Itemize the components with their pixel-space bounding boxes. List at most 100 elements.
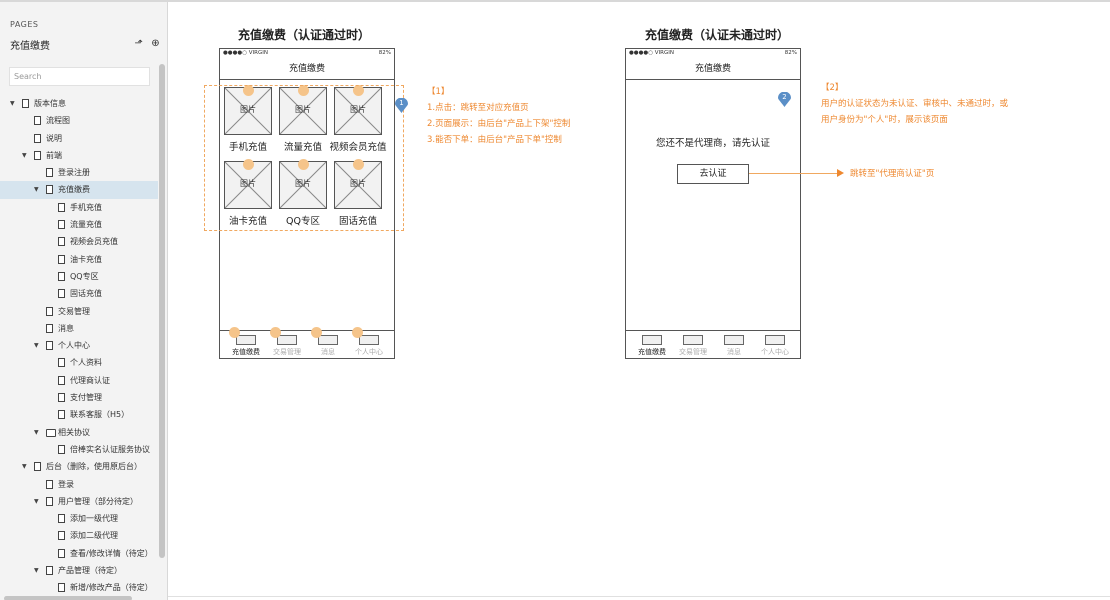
- tree-item-label: 消息: [58, 323, 74, 333]
- tree-item[interactable]: 油卡充值: [0, 251, 158, 268]
- page-icon: [58, 444, 65, 454]
- tree-item-label: 个人资料: [70, 358, 102, 368]
- annotation-pin-2-icon[interactable]: 2: [778, 91, 791, 108]
- tab-image-icon: [236, 335, 256, 345]
- tree-item[interactable]: ▼ 相关协议: [0, 424, 158, 441]
- expand-caret-icon[interactable]: ▼: [34, 493, 39, 510]
- tree-item-label: 个人中心: [58, 341, 90, 351]
- page-icon: [58, 254, 65, 264]
- page-icon: [34, 150, 41, 160]
- tree-item-label: 添加二级代理: [70, 531, 118, 541]
- jump-arrow-line: [749, 173, 839, 174]
- phone1-tab-bar: 充值缴费 交易管理 消息 个人中心: [220, 327, 394, 358]
- page-icon: [46, 323, 53, 333]
- tab-item[interactable]: 充值缴费: [226, 335, 266, 357]
- tree-item-label: 新增/修改产品（待定）: [70, 583, 153, 593]
- page-icon: [22, 99, 29, 108]
- tree-item[interactable]: 流程图: [0, 112, 158, 129]
- expand-caret-icon[interactable]: ▼: [34, 424, 39, 441]
- page-icon: [58, 202, 65, 212]
- page-icon: [46, 566, 53, 576]
- tree-item[interactable]: 视频会员充值: [0, 233, 158, 250]
- tree-item[interactable]: 新增/修改产品（待定）: [0, 579, 158, 596]
- tab-item[interactable]: 交易管理: [267, 335, 307, 357]
- page-icon: [46, 185, 53, 195]
- add-page-icon[interactable]: ⊕: [150, 38, 161, 49]
- tree-item-label: 产品管理（待定）: [58, 566, 122, 576]
- note-2-title: 【2】: [821, 83, 844, 93]
- tree-item[interactable]: ▼ 用户管理（部分待定）: [0, 493, 158, 510]
- tab-image-icon: [359, 335, 379, 345]
- tree-item-label: 流程图: [46, 116, 70, 126]
- go-verify-button[interactable]: 去认证: [677, 164, 749, 184]
- tree-item-label: 手机充值: [70, 202, 102, 212]
- tree-item[interactable]: ▼ 版本信息: [0, 95, 158, 112]
- tree-item-label: 固话充值: [70, 289, 102, 299]
- phone2-status-bar: ●●●●○ VIRGIN 82%: [626, 49, 800, 60]
- tree-item[interactable]: 登录注册: [0, 164, 158, 181]
- tree-item[interactable]: QQ专区: [0, 268, 158, 285]
- page-icon: [46, 306, 53, 316]
- jump-note: 跳转至"代理商认证"页: [850, 169, 935, 179]
- expand-caret-icon[interactable]: ▼: [34, 562, 39, 579]
- phone2-heading: 充值缴费（认证未通过时）: [645, 28, 790, 42]
- tab-item[interactable]: 消息: [714, 335, 754, 357]
- expand-caret-icon[interactable]: ▼: [10, 95, 15, 112]
- tree-item[interactable]: 添加一级代理: [0, 510, 158, 527]
- page-icon: [46, 479, 53, 489]
- tree-item[interactable]: 固话充值: [0, 285, 158, 302]
- tree-item-label: 倍棒实名认证服务协议: [70, 444, 150, 454]
- tab-item[interactable]: 消息: [308, 335, 348, 357]
- tree-item[interactable]: 手机充值: [0, 199, 158, 216]
- tree-item[interactable]: 倍棒实名认证服务协议: [0, 441, 158, 458]
- tree-item[interactable]: 登录: [0, 476, 158, 493]
- tree-item-label: 视频会员充值: [70, 237, 118, 247]
- tree-item[interactable]: ▼ 充值缴费: [0, 181, 158, 199]
- tree-item[interactable]: 查看/修改详情（待定）: [0, 545, 158, 562]
- expand-caret-icon[interactable]: ▼: [34, 337, 39, 354]
- expand-caret-icon[interactable]: ▼: [22, 458, 27, 475]
- tab-item[interactable]: 个人中心: [755, 335, 795, 357]
- canvas-bottom-border: [168, 596, 1110, 597]
- search-input[interactable]: Search: [9, 67, 150, 86]
- horizontal-scrollbar[interactable]: [4, 596, 132, 600]
- tree-item-label: 说明: [46, 133, 62, 143]
- tree-item[interactable]: 流量充值: [0, 216, 158, 233]
- tree-item[interactable]: 说明: [0, 130, 158, 147]
- folder-icon: [46, 428, 56, 437]
- tree-item-label: 登录注册: [58, 168, 90, 178]
- tree-item[interactable]: 消息: [0, 320, 158, 337]
- battery-label: 82%: [784, 50, 797, 56]
- tab-image-icon: [642, 335, 662, 345]
- tree-item[interactable]: 联系客服（H5）: [0, 406, 158, 423]
- tree-item[interactable]: 代理商认证: [0, 372, 158, 389]
- tree-item-label: 版本信息: [34, 99, 66, 108]
- tab-image-icon: [683, 335, 703, 345]
- tree-item-label: 查看/修改详情（待定）: [70, 548, 153, 558]
- tab-item[interactable]: 充值缴费: [632, 335, 672, 357]
- page-icon: [58, 548, 65, 558]
- tree-item[interactable]: ▼ 后台（删除，使用原后台）: [0, 458, 158, 475]
- annotation-pin-1-icon[interactable]: 1: [395, 97, 408, 114]
- tree-item[interactable]: 支付管理: [0, 389, 158, 406]
- note-1-line-3: 3.能否下单：由后台"产品下单"控制: [427, 135, 562, 145]
- tree-item[interactable]: ▼ 个人中心: [0, 337, 158, 354]
- tree-item[interactable]: 交易管理: [0, 303, 158, 320]
- tab-item[interactable]: 交易管理: [673, 335, 713, 357]
- tree-item[interactable]: 添加二级代理: [0, 527, 158, 544]
- tab-item[interactable]: 个人中心: [349, 335, 389, 357]
- tree-item[interactable]: 个人资料: [0, 354, 158, 371]
- page-icon: [34, 116, 41, 126]
- tab-label: 个人中心: [761, 348, 789, 356]
- tree-item-label: 前端: [46, 150, 62, 160]
- sidebar-tools: ⬏ ⊕: [133, 38, 161, 49]
- tree-item[interactable]: ▼ 前端: [0, 147, 158, 164]
- expand-caret-icon[interactable]: ▼: [22, 147, 27, 164]
- note-1: 【1】 1.点击：跳转至对应充值页 2.页面展示：由后台"产品上下架"控制 3.…: [427, 84, 570, 148]
- vertical-scrollbar[interactable]: [159, 64, 165, 558]
- export-icon[interactable]: ⬏: [133, 38, 144, 49]
- tree-item[interactable]: ▼ 产品管理（待定）: [0, 562, 158, 579]
- expand-caret-icon[interactable]: ▼: [34, 181, 39, 198]
- page-icon: [34, 133, 41, 143]
- pages-sidebar: PAGES 充值缴费 ⬏ ⊕ Search ▼ 版本信息 流程图 说明 ▼ 前端 登录注册 ▼…: [0, 2, 168, 600]
